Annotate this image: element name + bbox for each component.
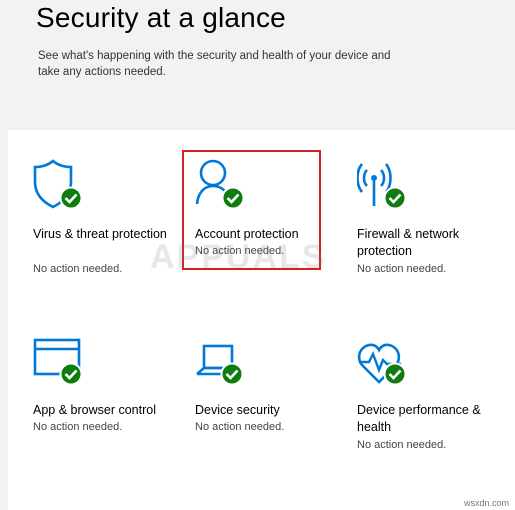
- tile-status: No action needed.: [33, 263, 123, 275]
- tile-status: No action needed.: [195, 245, 285, 257]
- laptop-icon: [196, 344, 244, 386]
- tile-account-protection[interactable]: Account protection No action needed.: [195, 158, 345, 308]
- tile-status: No action needed.: [357, 439, 447, 451]
- browser-window-icon: [33, 338, 83, 386]
- tile-status: No action needed.: [195, 421, 285, 433]
- tile-status: No action needed.: [357, 263, 447, 275]
- tile-app-browser-control[interactable]: App & browser control No action needed.: [33, 338, 183, 488]
- person-icon: [195, 159, 245, 210]
- tile-device-security[interactable]: Device security No action needed.: [195, 338, 345, 488]
- tile-firewall-network-protection[interactable]: Firewall & network protection No action …: [357, 158, 507, 308]
- antenna-icon: [357, 163, 407, 210]
- tile-label: App & browser control: [33, 403, 156, 417]
- tile-label: Device security: [195, 403, 280, 417]
- tile-label: Account protection: [195, 227, 299, 241]
- tile-device-performance-health[interactable]: Device performance & health No action ne…: [357, 338, 507, 488]
- heart-pulse-icon: [357, 343, 407, 386]
- tile-label: Virus & threat protection: [33, 227, 167, 241]
- page-subtitle: See what's happening with the security a…: [38, 50, 391, 78]
- shield-icon: [33, 159, 83, 210]
- tile-virus-threat-protection[interactable]: Virus & threat protection No action need…: [33, 158, 183, 308]
- tile-label: Firewall & network protection: [357, 227, 460, 258]
- header: Security at a glance See what's happenin…: [0, 0, 515, 130]
- tile-label: Device performance & health: [357, 403, 481, 434]
- footer-watermark: wsxdn.com: [463, 498, 509, 508]
- tile-status: No action needed.: [33, 421, 123, 433]
- page-title: Security at a glance: [36, 2, 286, 33]
